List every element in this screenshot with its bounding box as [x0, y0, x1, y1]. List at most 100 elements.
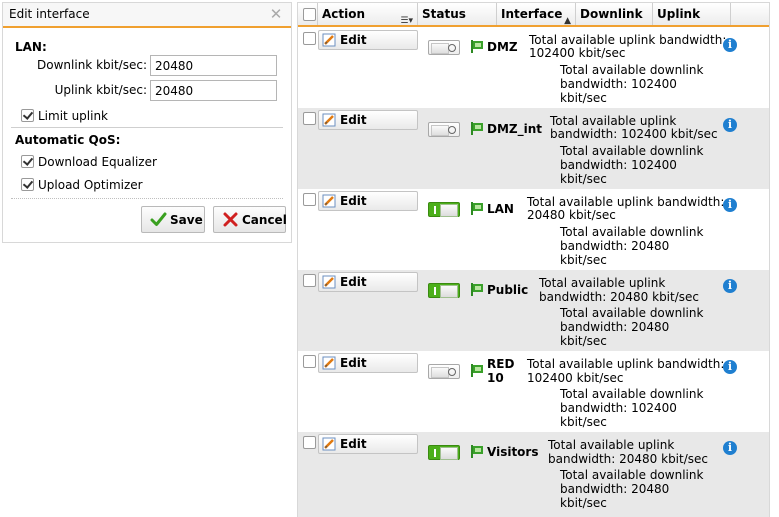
downlink-text-line: kbit/sec	[560, 91, 607, 105]
edit-label: Edit	[340, 356, 367, 370]
downlink-input[interactable]	[150, 55, 277, 76]
row-checkbox[interactable]	[303, 193, 316, 206]
pencil-icon	[322, 113, 337, 132]
uplink-text-line: bandwidth: 20480 kbit/sec	[539, 290, 699, 304]
header-interface[interactable]: Interface ▲	[497, 3, 576, 26]
select-all-checkbox[interactable]	[303, 8, 316, 21]
status-toggle-on[interactable]	[428, 283, 460, 298]
uplink-text-line: 102400 kbit/sec	[529, 46, 626, 60]
interface-name: 10	[487, 371, 504, 385]
interface-flag-icon	[470, 445, 484, 461]
pencil-icon	[322, 194, 337, 213]
info-icon[interactable]: i	[723, 279, 737, 293]
uplink-text-line: Total available uplink	[539, 276, 666, 290]
save-button[interactable]: Save	[141, 206, 205, 233]
edit-label: Edit	[340, 33, 367, 47]
edit-button[interactable]: Edit	[318, 110, 418, 130]
edit-label: Edit	[340, 194, 367, 208]
edit-button[interactable]: Edit	[318, 272, 418, 292]
interfaces-table: Action ☰▾ Status Interface ▲ Downlink Up…	[297, 2, 770, 517]
downlink-text-line: bandwidth: 20480	[560, 482, 670, 496]
downlink-text-line: Total available downlink	[560, 387, 704, 401]
edit-button[interactable]: Edit	[318, 30, 418, 50]
header-downlink[interactable]: Downlink	[576, 3, 653, 25]
row-checkbox[interactable]	[303, 355, 316, 368]
header-action[interactable]: Action ☰▾	[318, 3, 418, 26]
info-icon[interactable]: i	[723, 118, 737, 132]
interface-name: Visitors	[487, 445, 539, 459]
limit-uplink-row[interactable]: Limit uplink	[21, 108, 108, 124]
header-uplink[interactable]: Uplink	[653, 3, 731, 25]
table-row: Edit DMZ_int Total available uplink band…	[298, 108, 769, 189]
edit-button[interactable]: Edit	[318, 434, 418, 454]
header-downlink-label: Downlink	[580, 7, 643, 21]
interface-name: DMZ_int	[487, 122, 542, 136]
edit-label: Edit	[340, 437, 367, 451]
status-toggle-off[interactable]	[428, 40, 460, 55]
edit-label: Edit	[340, 275, 367, 289]
info-icon[interactable]: i	[723, 198, 737, 212]
row-checkbox[interactable]	[303, 436, 316, 449]
status-toggle-on[interactable]	[428, 202, 460, 217]
row-checkbox[interactable]	[303, 112, 316, 125]
interface-name: RED	[487, 357, 515, 371]
x-icon	[222, 211, 239, 231]
header-select-cell	[298, 3, 318, 25]
uplink-text-line: 20480 kbit/sec	[527, 208, 616, 222]
download-equalizer-checkbox[interactable]	[21, 155, 34, 168]
info-icon[interactable]: i	[723, 38, 737, 52]
uplink-text-line: Total available uplink	[548, 438, 675, 452]
section-divider	[11, 127, 283, 128]
downlink-text-line: kbit/sec	[560, 415, 607, 429]
edit-button[interactable]: Edit	[318, 353, 418, 373]
downlink-text-line: bandwidth: 102400	[560, 158, 677, 172]
header-status-label: Status	[422, 7, 466, 21]
pencil-icon	[322, 437, 337, 456]
downlink-text-line: kbit/sec	[560, 496, 607, 510]
panel-header: Edit interface ✕	[3, 3, 291, 28]
interface-flag-icon	[470, 40, 484, 56]
downlink-text-line: bandwidth: 102400	[560, 401, 677, 415]
pencil-icon	[322, 33, 337, 52]
interface-flag-icon	[470, 202, 484, 218]
interface-name: Public	[487, 283, 529, 297]
limit-uplink-checkbox[interactable]	[21, 109, 34, 122]
table-row: Edit Public Total available uplink bandw…	[298, 270, 769, 351]
upload-optimizer-checkbox[interactable]	[21, 178, 34, 191]
downlink-text-line: kbit/sec	[560, 253, 607, 267]
header-interface-label: Interface	[501, 7, 563, 21]
upload-optimizer-row[interactable]: Upload Optimizer	[21, 177, 143, 193]
header-status[interactable]: Status	[418, 3, 497, 25]
status-toggle-on[interactable]	[428, 445, 460, 460]
info-icon[interactable]: i	[723, 360, 737, 374]
status-toggle-off[interactable]	[428, 122, 460, 137]
qos-section-title: Automatic QoS:	[15, 133, 121, 147]
table-row: Edit RED 10 Total available uplink bandw…	[298, 351, 769, 432]
table-header: Action ☰▾ Status Interface ▲ Downlink Up…	[298, 3, 769, 27]
close-icon[interactable]: ✕	[267, 5, 285, 23]
downlink-text-line: bandwidth: 20480	[560, 320, 670, 334]
interface-flag-icon	[470, 364, 484, 380]
interface-flag-icon	[470, 122, 484, 138]
uplink-input[interactable]	[150, 80, 277, 101]
downlink-text-line: bandwidth: 20480	[560, 239, 670, 253]
edit-interface-panel: Edit interface ✕ LAN: Downlink kbit/sec:…	[2, 2, 292, 243]
status-toggle-off[interactable]	[428, 364, 460, 379]
info-icon[interactable]: i	[723, 441, 737, 455]
edit-label: Edit	[340, 113, 367, 127]
cancel-button[interactable]: Cancel	[213, 206, 287, 233]
edit-button[interactable]: Edit	[318, 191, 418, 211]
downlink-text-line: Total available downlink	[560, 63, 704, 77]
upload-optimizer-label: Upload Optimizer	[38, 177, 143, 192]
row-checkbox[interactable]	[303, 32, 316, 45]
row-checkbox[interactable]	[303, 274, 316, 287]
downlink-text-line: Total available downlink	[560, 306, 704, 320]
table-row: Edit DMZ Total available uplink bandwidt…	[298, 28, 769, 108]
download-equalizer-label: Download Equalizer	[38, 154, 157, 169]
downlink-text-line: Total available downlink	[560, 468, 704, 482]
table-row: Edit LAN Total available uplink bandwidt…	[298, 189, 769, 270]
uplink-text-line: Total available uplink bandwidth:	[527, 195, 725, 209]
interface-name: DMZ	[487, 40, 518, 54]
download-equalizer-row[interactable]: Download Equalizer	[21, 154, 157, 170]
uplink-text-line: bandwidth: 102400 kbit/sec	[550, 127, 718, 141]
